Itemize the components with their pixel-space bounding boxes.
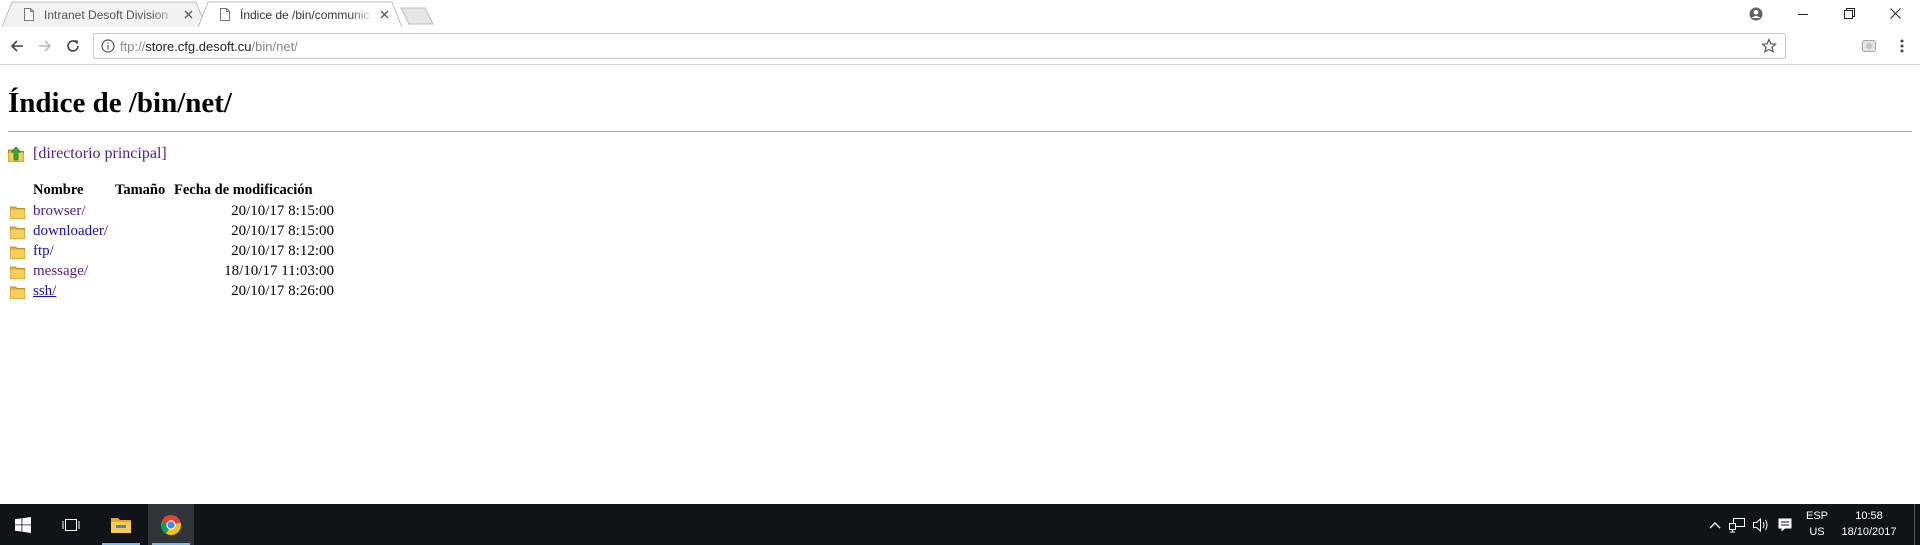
forward-button[interactable] [34,35,56,57]
start-button[interactable] [0,504,46,545]
chrome-icon [160,514,182,535]
page-content: Índice de /bin/net/ [directorio principa… [0,66,1920,504]
bookmark-star-icon[interactable] [1761,38,1777,54]
new-tab-button[interactable] [400,7,434,25]
table-row: browser/ 20/10/17 8:15:00 [8,202,338,222]
address-bar[interactable]: ftp://store.cfg.desoft.cu/bin/net/ [93,33,1786,59]
table-row: ssh/ 20/10/17 8:26:00 [8,282,338,302]
keyboard-layout: US [1809,526,1825,538]
folder-link-ftp[interactable]: ftp/ [33,243,54,260]
folder-link-ssh[interactable]: ssh/ [33,283,56,300]
reload-icon [67,40,79,52]
close-tab-icon[interactable] [378,8,391,21]
folder-icon [10,286,25,299]
restore-icon [1843,8,1855,19]
modified-date: 18/10/17 11:03:00 [224,263,334,279]
notification-icon [1778,518,1792,532]
start-icon [15,516,31,533]
restore-button[interactable] [1826,0,1872,27]
tab-intranet[interactable]: Intranet Desoft Division [0,1,212,28]
tab-title: Intranet Desoft Division [44,8,169,22]
folder-icon [10,266,25,279]
page-title: Índice de /bin/net/ [8,87,232,119]
close-icon [1889,8,1901,19]
reload-button[interactable] [62,35,84,57]
file-explorer-button[interactable] [98,504,144,545]
info-icon[interactable] [101,39,115,53]
menu-button[interactable] [1891,35,1913,57]
chrome-button[interactable] [148,504,194,545]
arrow-right-icon [39,40,52,52]
folder-link-message[interactable]: message/ [33,263,88,280]
tab-strip: Intranet Desoft Division Índice de /bin/… [0,0,1920,28]
network-button[interactable] [1728,516,1746,534]
table-row: message/ 18/10/17 11:03:00 [8,262,338,282]
clock-time: 10:58 [1855,510,1883,522]
page-icon [24,8,34,21]
folder-icon [10,246,25,259]
tab-indice[interactable]: Índice de /bin/communic [196,1,408,28]
language-code: ESP [1805,510,1828,522]
table-row: downloader/ 20/10/17 8:15:00 [8,222,338,242]
url-scheme: ftp:// [120,39,146,54]
modified-date: 20/10/17 8:15:00 [231,223,334,239]
speaker-icon [1753,517,1768,533]
chevron-up-icon [1709,522,1721,529]
show-hidden-icons-button[interactable] [1706,516,1724,534]
profile-button[interactable] [1740,0,1772,27]
extension-button[interactable] [1858,35,1880,57]
volume-button[interactable] [1752,516,1770,534]
windows-taskbar: ESP US 10:58 18/10/2017 [0,504,1920,545]
url-text[interactable]: ftp://store.cfg.desoft.cu/bin/net/ [120,39,298,54]
folder-icon [10,226,25,239]
modified-date: 20/10/17 8:15:00 [231,203,334,219]
close-window-button[interactable] [1872,0,1918,27]
extension-icon [1862,40,1876,52]
profile-icon [1749,7,1763,20]
folder-icon [10,206,25,219]
input-language-indicator[interactable]: ESP US [1802,508,1832,540]
folder-link-browser[interactable]: browser/ [33,203,86,220]
column-header-size[interactable]: Tamaño [115,182,165,199]
url-path: /bin/net/ [251,39,298,54]
table-row: ftp/ 20/10/17 8:12:00 [8,242,338,262]
minimize-button[interactable] [1780,0,1826,27]
clock-date: 18/10/2017 [1841,526,1897,538]
clock[interactable]: 10:58 18/10/2017 [1836,508,1902,540]
minimize-icon [1798,13,1808,15]
show-desktop-button[interactable] [1914,504,1915,545]
back-button[interactable] [6,35,28,57]
tab-title: Índice de /bin/communic [240,8,370,22]
folder-link-downloader[interactable]: downloader/ [33,223,108,240]
task-view-icon [62,518,80,531]
modified-date: 20/10/17 8:26:00 [231,283,334,299]
more-vertical-icon [1900,39,1904,53]
page-icon [220,8,230,21]
action-center-button[interactable] [1776,516,1794,534]
task-view-button[interactable] [48,504,94,545]
url-host: store.cfg.desoft.cu [145,39,252,54]
browser-toolbar: ftp://store.cfg.desoft.cu/bin/net/ [0,27,1920,65]
network-icon [1729,518,1745,533]
close-tab-icon[interactable] [182,8,195,21]
modified-date: 20/10/17 8:12:00 [231,243,334,259]
column-header-modified[interactable]: Fecha de modificación [174,182,313,199]
parent-folder-up-icon [8,146,24,162]
file-explorer-icon [111,517,131,533]
column-header-name[interactable]: Nombre [33,182,83,199]
arrow-left-icon [10,40,23,52]
divider [8,131,1912,132]
parent-directory-link[interactable]: [directorio principal] [33,145,167,163]
